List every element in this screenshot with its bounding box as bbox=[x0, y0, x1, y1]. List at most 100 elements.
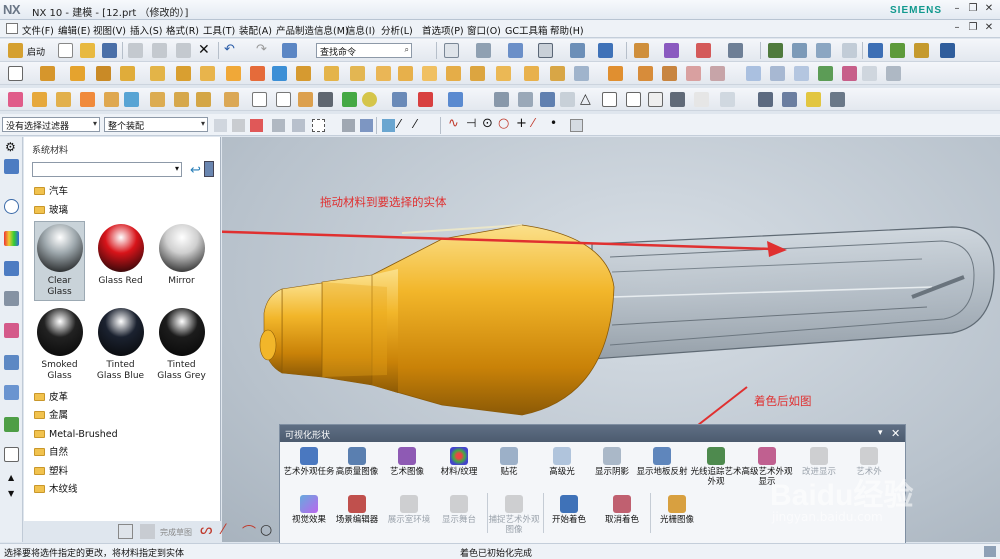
arc-tool-icon[interactable]: ⌒ bbox=[242, 522, 256, 542]
gc-note-icon[interactable] bbox=[518, 92, 533, 107]
snap-existing-point-icon[interactable]: • bbox=[550, 116, 557, 130]
gc-angle-icon[interactable] bbox=[448, 92, 463, 107]
tool-start-shading[interactable]: 开始着色 bbox=[540, 495, 598, 525]
select-all-icon[interactable] bbox=[250, 119, 263, 132]
gc-check-icon[interactable] bbox=[342, 92, 357, 107]
assembly-scope-dropdown[interactable]: 整个装配 ▾ bbox=[104, 117, 208, 132]
swatch-glass-red[interactable]: Glass Red bbox=[95, 221, 146, 301]
snap-intersection-icon[interactable]: + bbox=[516, 116, 527, 131]
pocket-icon[interactable] bbox=[200, 66, 215, 81]
tool-show-stage[interactable]: 显示舞台 bbox=[430, 495, 488, 525]
split-body-icon[interactable] bbox=[350, 66, 365, 81]
tool-art-image[interactable]: 艺术图像 bbox=[378, 447, 436, 477]
swatch-clear-glass[interactable]: Clear Glass bbox=[34, 221, 85, 301]
select-body-icon[interactable] bbox=[342, 119, 355, 132]
folder-leather[interactable]: 皮革 bbox=[34, 391, 68, 405]
shell-icon[interactable] bbox=[422, 66, 437, 81]
swatch-mirror[interactable]: Mirror bbox=[156, 221, 207, 301]
paste-icon[interactable] bbox=[176, 43, 191, 58]
emboss-icon[interactable] bbox=[574, 66, 589, 81]
select-feature-icon[interactable] bbox=[232, 119, 245, 132]
collapse-icon[interactable]: ▾ bbox=[878, 428, 883, 438]
gc-pen-icon[interactable] bbox=[392, 92, 407, 107]
balloon-icon[interactable] bbox=[626, 92, 641, 107]
circle-tool-icon[interactable]: ○ bbox=[260, 522, 272, 538]
doc-minimize-button[interactable]: – bbox=[950, 21, 964, 35]
menu-file[interactable]: 文件(F) bbox=[22, 23, 54, 37]
view-options-icon[interactable] bbox=[204, 161, 214, 177]
visual-palette-icon[interactable] bbox=[4, 447, 19, 462]
menu-icon[interactable] bbox=[6, 23, 18, 34]
component-icon[interactable] bbox=[890, 43, 905, 58]
background-icon[interactable] bbox=[538, 43, 553, 58]
folder-glass[interactable]: 玻璃 bbox=[34, 204, 68, 218]
reuse-library-icon[interactable] bbox=[4, 261, 19, 276]
wrap-icon[interactable] bbox=[550, 66, 565, 81]
project-curve-icon[interactable] bbox=[174, 92, 189, 107]
delete-face-icon[interactable] bbox=[686, 66, 701, 81]
resize-face-icon[interactable] bbox=[710, 66, 725, 81]
scroll-down-icon[interactable]: ▼ bbox=[8, 489, 14, 498]
spline-icon[interactable] bbox=[104, 92, 119, 107]
roles-icon[interactable] bbox=[4, 291, 19, 306]
delete-icon[interactable]: ✕ bbox=[198, 42, 210, 58]
copy-icon[interactable] bbox=[152, 43, 167, 58]
ruled-icon[interactable] bbox=[818, 66, 833, 81]
material-filter-input[interactable]: ▾ bbox=[32, 162, 182, 177]
profile-icon[interactable]: ᔕ bbox=[200, 522, 212, 538]
menu-info[interactable]: 信息(I) bbox=[346, 23, 375, 37]
constraint-icon[interactable] bbox=[914, 43, 929, 58]
assembly-icon[interactable] bbox=[868, 43, 883, 58]
folder-metal-brushed[interactable]: Metal-Brushed bbox=[34, 428, 118, 442]
snap-tangent-icon[interactable]: ⊣ bbox=[466, 116, 476, 130]
surface-more-icon[interactable] bbox=[886, 66, 901, 81]
menu-gc-toolbox[interactable]: GC工具箱 bbox=[505, 23, 548, 37]
undo-icon[interactable]: ↶ bbox=[224, 42, 235, 57]
scroll-up-icon[interactable]: ▲ bbox=[8, 473, 14, 482]
start-label[interactable]: 启动 bbox=[27, 45, 45, 58]
swept-icon[interactable] bbox=[794, 66, 809, 81]
work-layer-icon[interactable] bbox=[598, 43, 613, 58]
point-icon[interactable] bbox=[124, 92, 139, 107]
border-icon[interactable] bbox=[670, 92, 685, 107]
snap-grid-icon[interactable] bbox=[570, 119, 583, 132]
line-icon[interactable] bbox=[56, 92, 71, 107]
boss-icon[interactable] bbox=[176, 66, 191, 81]
snap-point-on-curve-icon[interactable]: ⁄ bbox=[532, 116, 534, 130]
refresh-icon[interactable]: ↩ bbox=[190, 163, 201, 178]
tool-raster-image[interactable]: 光栅图像 bbox=[648, 495, 706, 525]
web-browser-icon[interactable] bbox=[4, 355, 19, 370]
render-style-icon[interactable] bbox=[476, 43, 491, 58]
wcs-icon[interactable] bbox=[696, 43, 711, 58]
assembly-navigator-icon[interactable] bbox=[4, 159, 19, 174]
folder-natural[interactable]: 自然 bbox=[34, 446, 68, 460]
menu-window[interactable]: 窗口(O) bbox=[467, 23, 501, 37]
start-icon[interactable] bbox=[8, 43, 23, 58]
tool-capture-studio-image[interactable]: 捕捉艺术外观图像 bbox=[485, 495, 543, 535]
snap-endpoint-icon[interactable] bbox=[382, 119, 395, 132]
menu-edit[interactable]: 编辑(E) bbox=[58, 23, 90, 37]
doc-restore-button[interactable]: ❐ bbox=[966, 21, 980, 35]
dialog-close-icon[interactable]: ✕ bbox=[891, 427, 900, 440]
snap-center-icon[interactable]: ⊙ bbox=[482, 116, 493, 131]
measure-icon[interactable] bbox=[728, 43, 743, 58]
chamfer-icon[interactable] bbox=[398, 66, 413, 81]
move-component-icon[interactable] bbox=[940, 43, 955, 58]
edit-section-icon[interactable] bbox=[570, 43, 585, 58]
n-sided-icon[interactable] bbox=[862, 66, 877, 81]
gc-sphere-icon[interactable] bbox=[362, 92, 377, 107]
curve-icon[interactable] bbox=[32, 92, 47, 107]
arc-icon[interactable] bbox=[80, 92, 95, 107]
rectangle-select-icon[interactable] bbox=[312, 119, 325, 132]
snap-line-icon[interactable]: ⁄ bbox=[398, 117, 400, 131]
swatch-smoked-glass[interactable]: Smoked Glass bbox=[34, 305, 85, 385]
extrude-icon[interactable] bbox=[40, 66, 55, 81]
close-button[interactable]: ✕ bbox=[982, 2, 996, 16]
gc-weld-icon[interactable] bbox=[540, 92, 555, 107]
move-face-icon[interactable] bbox=[662, 66, 677, 81]
selection-filter-dropdown[interactable]: 没有选择过滤器 ▾ bbox=[2, 117, 100, 132]
swatch-tinted-glass-blue[interactable]: Tinted Glass Blue bbox=[95, 305, 146, 385]
deselect-icon[interactable] bbox=[292, 119, 305, 132]
swatch-tinted-glass-grey[interactable]: Tinted Glass Grey bbox=[156, 305, 207, 385]
menu-preferences[interactable]: 首选项(P) bbox=[422, 23, 464, 37]
